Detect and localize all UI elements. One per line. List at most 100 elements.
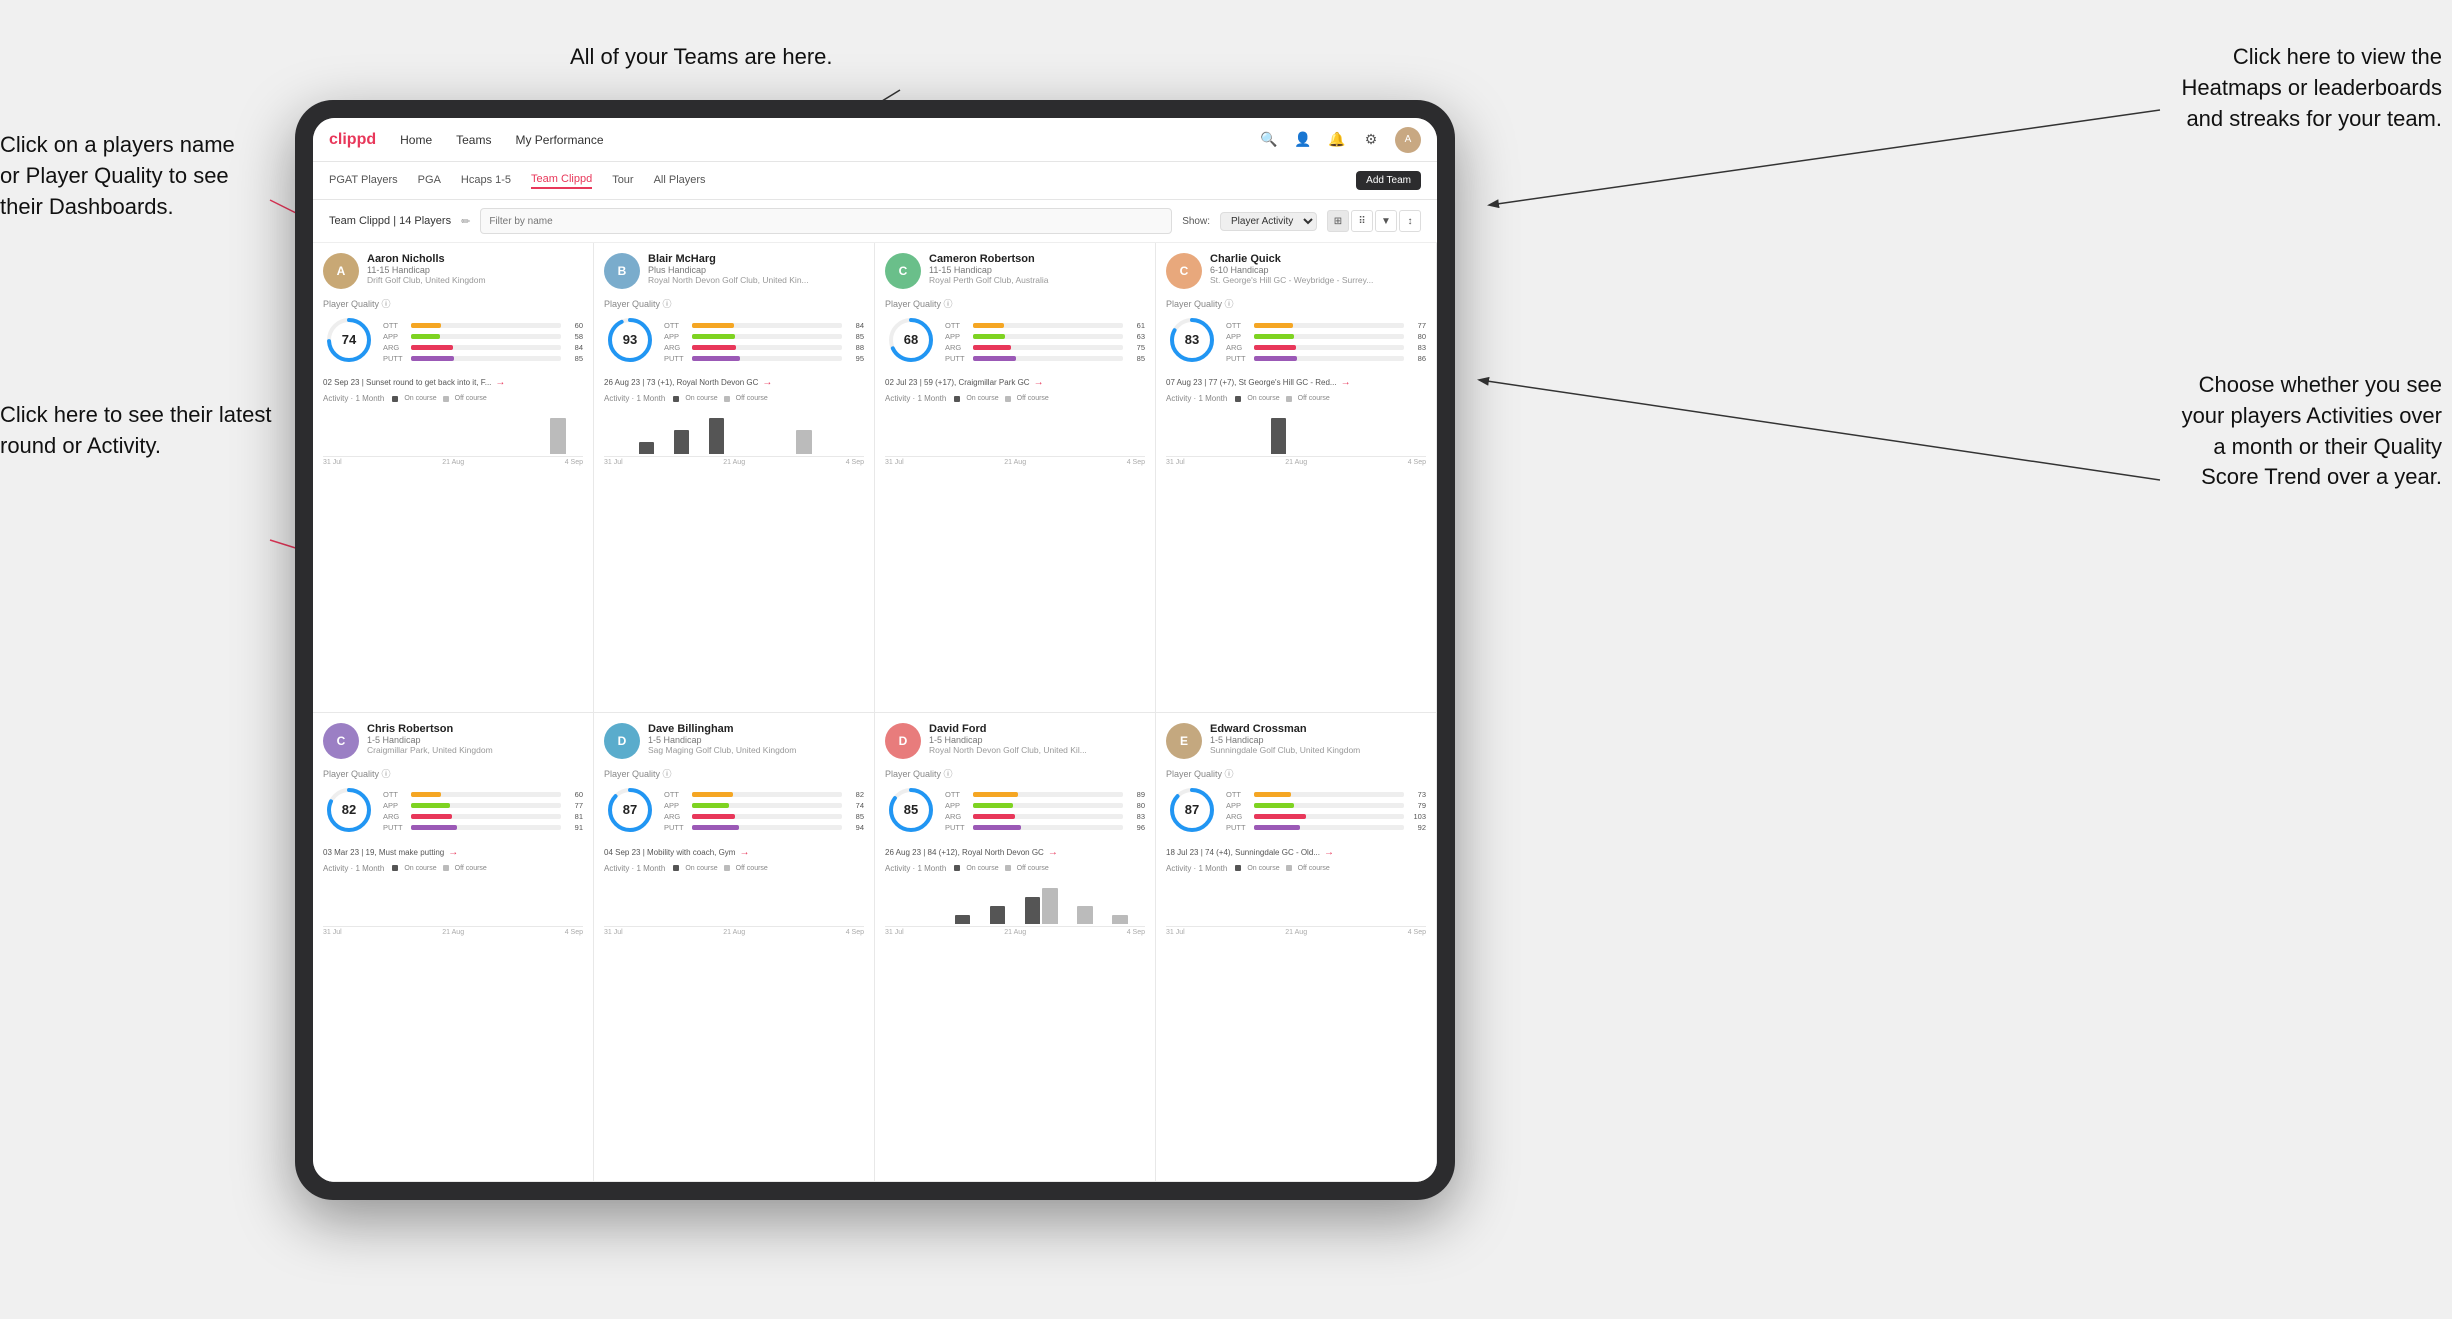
bar-segment [428,922,443,924]
player-name[interactable]: David Ford [929,723,1145,735]
player-handicap: 1-5 Handicap [367,735,583,745]
nav-teams[interactable]: Teams [456,133,491,147]
quality-circle[interactable]: 87 [604,784,656,841]
app-bar-row: APP 85 [664,332,864,341]
player-card[interactable]: D Dave Billingham 1-5 Handicap Sag Magin… [594,713,875,1183]
putt-track [1254,356,1404,361]
player-info: David Ford 1-5 Handicap Royal North Devo… [929,723,1145,755]
last-round[interactable]: 02 Sep 23 | Sunset round to get back int… [323,377,583,388]
activity-section: Activity · 1 Month On course Off course … [885,864,1145,936]
bar-segment [761,922,776,924]
quality-circle[interactable]: 87 [1166,784,1218,841]
bar-segment [1166,452,1181,454]
nav-my-performance[interactable]: My Performance [515,133,603,147]
filter-button[interactable]: ▼ [1375,210,1397,232]
quality-label: Player Quality ⓘ [1166,767,1426,780]
chart-date-mid: 21 Aug [1004,929,1026,936]
last-round-arrow: → [1341,377,1351,388]
quality-circle[interactable]: 82 [323,784,375,841]
last-round[interactable]: 26 Aug 23 | 84 (+12), Royal North Devon … [885,847,1145,858]
show-select[interactable]: Player Activity [1220,212,1317,231]
player-card[interactable]: B Blair McHarg Plus Handicap Royal North… [594,243,875,713]
ott-value: 60 [565,790,583,799]
last-round[interactable]: 18 Jul 23 | 74 (+4), Sunningdale GC - Ol… [1166,847,1426,858]
tab-tour[interactable]: Tour [612,174,633,188]
last-round[interactable]: 07 Aug 23 | 77 (+7), St George's Hill GC… [1166,377,1426,388]
quality-circle[interactable]: 83 [1166,314,1218,371]
on-course-dot [673,396,679,402]
add-team-button[interactable]: Add Team [1356,171,1421,190]
player-avatar: D [885,723,921,759]
dots-view-button[interactable]: ⠿ [1351,210,1373,232]
ott-bar-row: OTT 89 [945,790,1145,799]
grid-view-button[interactable]: ⊞ [1327,210,1349,232]
last-round[interactable]: 26 Aug 23 | 73 (+1), Royal North Devon G… [604,377,864,388]
svg-text:83: 83 [1185,332,1199,347]
player-card[interactable]: E Edward Crossman 1-5 Handicap Sunningda… [1156,713,1437,1183]
player-name[interactable]: Edward Crossman [1210,723,1426,735]
avatar[interactable]: A [1395,127,1421,153]
app-bar-row: APP 79 [1226,801,1426,810]
tab-pgat[interactable]: PGAT Players [329,174,398,188]
sort-button[interactable]: ↕ [1399,210,1421,232]
activity-section: Activity · 1 Month On course Off course … [323,864,583,936]
player-card[interactable]: A Aaron Nicholls 11-15 Handicap Drift Go… [313,243,594,713]
arg-value: 75 [1127,343,1145,352]
player-club: St. George's Hill GC - Weybridge - Surre… [1210,275,1426,285]
tab-pga[interactable]: PGA [418,174,441,188]
player-name[interactable]: Chris Robertson [367,723,583,735]
quality-bars: OTT 89 APP 80 ARG [945,790,1145,834]
ott-bar-row: OTT 61 [945,321,1145,330]
app-value: 80 [1408,332,1426,341]
quality-circle[interactable]: 93 [604,314,656,371]
nav-home[interactable]: Home [400,133,432,147]
on-course-label: On course [966,865,998,872]
bar-segment [1095,452,1110,454]
quality-circle[interactable]: 68 [885,314,937,371]
settings-icon[interactable]: ⚙ [1361,130,1381,150]
player-card[interactable]: C Cameron Robertson 11-15 Handicap Royal… [875,243,1156,713]
search-input[interactable] [480,208,1172,234]
app-bar-row: APP 80 [945,801,1145,810]
off-course-dot [443,396,449,402]
tab-all-players[interactable]: All Players [654,174,706,188]
app-logo: clippd [329,131,376,149]
ott-label: OTT [383,321,407,330]
putt-fill [973,356,1016,361]
arg-label: ARG [383,812,407,821]
app-bar-row: APP 58 [383,332,583,341]
tab-team-clippd[interactable]: Team Clippd [531,173,592,189]
quality-circle[interactable]: 74 [323,314,375,371]
ott-value: 77 [1408,321,1426,330]
tab-hcaps[interactable]: Hcaps 1-5 [461,174,511,188]
player-card[interactable]: D David Ford 1-5 Handicap Royal North De… [875,713,1156,1183]
putt-track [973,825,1123,830]
player-name[interactable]: Blair McHarg [648,253,864,265]
last-round[interactable]: 04 Sep 23 | Mobility with coach, Gym → [604,847,864,858]
quality-circle[interactable]: 85 [885,784,937,841]
last-round[interactable]: 02 Jul 23 | 59 (+17), Craigmillar Park G… [885,377,1145,388]
chart-date-mid: 21 Aug [442,929,464,936]
annotation-click-name: Click on a players name or Player Qualit… [0,130,235,222]
player-name[interactable]: Charlie Quick [1210,253,1426,265]
annotation-click-round: Click here to see their latest round or … [0,400,271,462]
bar-segment [639,442,654,454]
player-card[interactable]: C Chris Robertson 1-5 Handicap Craigmill… [313,713,594,1183]
edit-icon[interactable]: ✏ [461,215,470,228]
quality-section: Player Quality ⓘ 83 OTT 77 [1166,297,1426,371]
player-info: Charlie Quick 6-10 Handicap St. George's… [1210,253,1426,285]
bar-segment [796,922,811,924]
player-name[interactable]: Cameron Robertson [929,253,1145,265]
putt-track [692,356,842,361]
arg-track [411,345,561,350]
player-name[interactable]: Dave Billingham [648,723,864,735]
app-label: APP [664,332,688,341]
app-bar-row: APP 77 [383,801,583,810]
person-icon[interactable]: 👤 [1293,130,1313,150]
player-card[interactable]: C Charlie Quick 6-10 Handicap St. George… [1156,243,1437,713]
player-name[interactable]: Aaron Nicholls [367,253,583,265]
search-icon[interactable]: 🔍 [1259,130,1279,150]
putt-track [411,356,561,361]
bell-icon[interactable]: 🔔 [1327,130,1347,150]
last-round[interactable]: 03 Mar 23 | 19, Must make putting → [323,847,583,858]
